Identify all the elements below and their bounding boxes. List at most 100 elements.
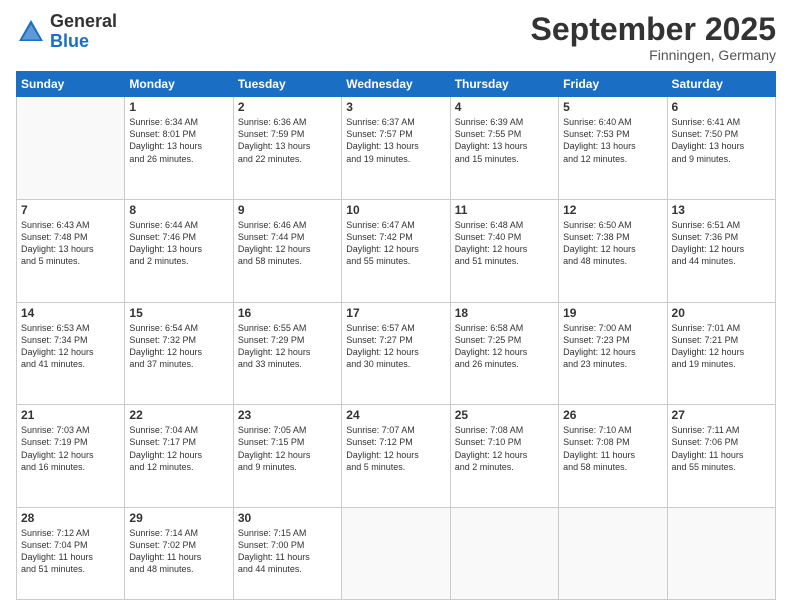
- col-friday: Friday: [559, 72, 667, 97]
- day-number: 5: [563, 100, 662, 114]
- day-number: 2: [238, 100, 337, 114]
- day-number: 19: [563, 306, 662, 320]
- day-number: 29: [129, 511, 228, 525]
- table-row: 30 Sunrise: 7:15 AM Sunset: 7:00 PM Dayli…: [233, 508, 341, 600]
- day-number: 11: [455, 203, 554, 217]
- day-number: 23: [238, 408, 337, 422]
- table-row: [450, 508, 558, 600]
- header: General Blue September 2025 Finningen, G…: [16, 12, 776, 63]
- table-row: 9 Sunrise: 6:46 AM Sunset: 7:44 PM Daylig…: [233, 199, 341, 302]
- table-row: 27 Sunrise: 7:11 AM Sunset: 7:06 PM Dayli…: [667, 405, 775, 508]
- day-number: 30: [238, 511, 337, 525]
- day-info: Sunrise: 6:41 AM Sunset: 7:50 PM Dayligh…: [672, 116, 771, 165]
- day-info: Sunrise: 7:00 AM Sunset: 7:23 PM Dayligh…: [563, 322, 662, 371]
- day-info: Sunrise: 7:10 AM Sunset: 7:08 PM Dayligh…: [563, 424, 662, 473]
- day-info: Sunrise: 6:39 AM Sunset: 7:55 PM Dayligh…: [455, 116, 554, 165]
- table-row: 13Sunrise: 6:51 AM Sunset: 7:36 PM Dayli…: [667, 199, 775, 302]
- day-info: Sunrise: 7:12 AM Sunset: 7:04 PM Dayligh…: [21, 527, 120, 576]
- table-row: 7Sunrise: 6:43 AM Sunset: 7:48 PM Daylig…: [17, 199, 125, 302]
- day-info: Sunrise: 7:15 AM Sunset: 7:00 PM Dayligh…: [238, 527, 337, 576]
- title-block: September 2025 Finningen, Germany: [531, 12, 776, 63]
- day-info: Sunrise: 6:40 AM Sunset: 7:53 PM Dayligh…: [563, 116, 662, 165]
- day-info: Sunrise: 6:58 AM Sunset: 7:25 PM Dayligh…: [455, 322, 554, 371]
- table-row: 28 Sunrise: 7:12 AM Sunset: 7:04 PM Dayli…: [17, 508, 125, 600]
- day-info: Sunrise: 6:43 AM Sunset: 7:48 PM Dayligh…: [21, 219, 120, 268]
- day-number: 4: [455, 100, 554, 114]
- page: General Blue September 2025 Finningen, G…: [0, 0, 792, 612]
- table-row: 3 Sunrise: 6:37 AM Sunset: 7:57 PM Daylig…: [342, 97, 450, 200]
- day-info: Sunrise: 7:11 AM Sunset: 7:06 PM Dayligh…: [672, 424, 771, 473]
- day-number: 24: [346, 408, 445, 422]
- day-info: Sunrise: 6:48 AM Sunset: 7:40 PM Dayligh…: [455, 219, 554, 268]
- day-info: Sunrise: 6:36 AM Sunset: 7:59 PM Dayligh…: [238, 116, 337, 165]
- table-row: 2 Sunrise: 6:36 AM Sunset: 7:59 PM Daylig…: [233, 97, 341, 200]
- day-number: 1: [129, 100, 228, 114]
- day-number: 13: [672, 203, 771, 217]
- logo-blue: Blue: [50, 31, 89, 51]
- day-info: Sunrise: 7:14 AM Sunset: 7:02 PM Dayligh…: [129, 527, 228, 576]
- table-row: 5 Sunrise: 6:40 AM Sunset: 7:53 PM Daylig…: [559, 97, 667, 200]
- table-row: [559, 508, 667, 600]
- table-row: 19 Sunrise: 7:00 AM Sunset: 7:23 PM Dayli…: [559, 302, 667, 405]
- table-row: 10 Sunrise: 6:47 AM Sunset: 7:42 PM Dayli…: [342, 199, 450, 302]
- logo-general: General: [50, 11, 117, 31]
- table-row: 12 Sunrise: 6:50 AM Sunset: 7:38 PM Dayli…: [559, 199, 667, 302]
- day-number: 20: [672, 306, 771, 320]
- table-row: 17 Sunrise: 6:57 AM Sunset: 7:27 PM Dayli…: [342, 302, 450, 405]
- table-row: 23 Sunrise: 7:05 AM Sunset: 7:15 PM Dayli…: [233, 405, 341, 508]
- day-number: 10: [346, 203, 445, 217]
- day-number: 6: [672, 100, 771, 114]
- day-number: 18: [455, 306, 554, 320]
- day-number: 3: [346, 100, 445, 114]
- table-row: 6 Sunrise: 6:41 AM Sunset: 7:50 PM Daylig…: [667, 97, 775, 200]
- col-tuesday: Tuesday: [233, 72, 341, 97]
- table-row: 20 Sunrise: 7:01 AM Sunset: 7:21 PM Dayli…: [667, 302, 775, 405]
- day-number: 8: [129, 203, 228, 217]
- table-row: 24Sunrise: 7:07 AM Sunset: 7:12 PM Dayli…: [342, 405, 450, 508]
- location: Finningen, Germany: [531, 47, 776, 63]
- day-info: Sunrise: 6:46 AM Sunset: 7:44 PM Dayligh…: [238, 219, 337, 268]
- calendar-table: Sunday Monday Tuesday Wednesday Thursday…: [16, 71, 776, 600]
- table-row: [17, 97, 125, 200]
- day-number: 27: [672, 408, 771, 422]
- table-row: 16 Sunrise: 6:55 AM Sunset: 7:29 PM Dayli…: [233, 302, 341, 405]
- day-info: Sunrise: 6:47 AM Sunset: 7:42 PM Dayligh…: [346, 219, 445, 268]
- day-number: 14: [21, 306, 120, 320]
- day-info: Sunrise: 7:01 AM Sunset: 7:21 PM Dayligh…: [672, 322, 771, 371]
- table-row: 26Sunrise: 7:10 AM Sunset: 7:08 PM Dayli…: [559, 405, 667, 508]
- day-info: Sunrise: 6:44 AM Sunset: 7:46 PM Dayligh…: [129, 219, 228, 268]
- day-number: 21: [21, 408, 120, 422]
- day-info: Sunrise: 6:34 AM Sunset: 8:01 PM Dayligh…: [129, 116, 228, 165]
- day-info: Sunrise: 6:53 AM Sunset: 7:34 PM Dayligh…: [21, 322, 120, 371]
- table-row: 1 Sunrise: 6:34 AM Sunset: 8:01 PM Daylig…: [125, 97, 233, 200]
- table-row: 8 Sunrise: 6:44 AM Sunset: 7:46 PM Daylig…: [125, 199, 233, 302]
- table-row: [667, 508, 775, 600]
- day-number: 16: [238, 306, 337, 320]
- day-number: 17: [346, 306, 445, 320]
- table-row: 25 Sunrise: 7:08 AM Sunset: 7:10 PM Dayli…: [450, 405, 558, 508]
- logo-text: General Blue: [50, 12, 117, 52]
- table-row: 21Sunrise: 7:03 AM Sunset: 7:19 PM Dayli…: [17, 405, 125, 508]
- day-number: 28: [21, 511, 120, 525]
- col-saturday: Saturday: [667, 72, 775, 97]
- day-info: Sunrise: 6:55 AM Sunset: 7:29 PM Dayligh…: [238, 322, 337, 371]
- day-info: Sunrise: 7:05 AM Sunset: 7:15 PM Dayligh…: [238, 424, 337, 473]
- table-row: 18 Sunrise: 6:58 AM Sunset: 7:25 PM Dayli…: [450, 302, 558, 405]
- day-info: Sunrise: 6:50 AM Sunset: 7:38 PM Dayligh…: [563, 219, 662, 268]
- month-title: September 2025: [531, 12, 776, 47]
- col-sunday: Sunday: [17, 72, 125, 97]
- col-monday: Monday: [125, 72, 233, 97]
- day-info: Sunrise: 7:04 AM Sunset: 7:17 PM Dayligh…: [129, 424, 228, 473]
- day-info: Sunrise: 6:54 AM Sunset: 7:32 PM Dayligh…: [129, 322, 228, 371]
- day-number: 25: [455, 408, 554, 422]
- day-number: 9: [238, 203, 337, 217]
- col-wednesday: Wednesday: [342, 72, 450, 97]
- day-number: 12: [563, 203, 662, 217]
- day-info: Sunrise: 6:37 AM Sunset: 7:57 PM Dayligh…: [346, 116, 445, 165]
- table-row: 22 Sunrise: 7:04 AM Sunset: 7:17 PM Dayli…: [125, 405, 233, 508]
- day-number: 22: [129, 408, 228, 422]
- day-info: Sunrise: 7:08 AM Sunset: 7:10 PM Dayligh…: [455, 424, 554, 473]
- table-row: 14 Sunrise: 6:53 AM Sunset: 7:34 PM Dayli…: [17, 302, 125, 405]
- logo: General Blue: [16, 12, 117, 52]
- day-info: Sunrise: 6:57 AM Sunset: 7:27 PM Dayligh…: [346, 322, 445, 371]
